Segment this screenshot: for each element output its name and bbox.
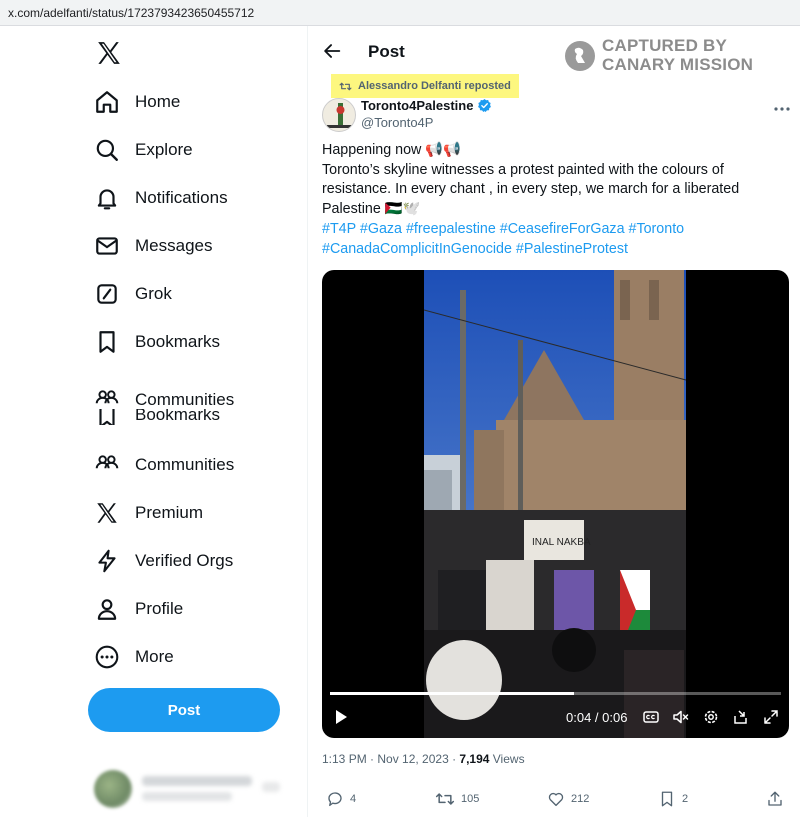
protest-sign: INAL NAKBA	[532, 537, 591, 548]
sidebar-item-label: Communities	[135, 390, 235, 409]
ghost-bookmarks-label: Bookmarks	[135, 409, 221, 423]
reply-button[interactable]: 4	[326, 790, 356, 808]
sidebar-item-communities[interactable]: Communities	[94, 445, 234, 485]
tweet-meta: 1:13 PM · Nov 12, 2023 · 7,194 Views	[322, 752, 525, 766]
bell-icon	[97, 189, 117, 210]
tweet-timestamp[interactable]: 1:13 PM · Nov 12, 2023 ·	[322, 752, 459, 766]
tweet-text-line-1: Happening now 📢📢	[322, 142, 461, 158]
page-title: Post	[368, 42, 405, 61]
repost-indicator[interactable]: Alessandro Delfanti reposted	[331, 74, 519, 98]
tweet-actions: 4 105 212 2	[322, 790, 792, 812]
sidebar-item-more[interactable]: More	[94, 637, 174, 677]
blurred-account-name	[142, 776, 252, 786]
main-column: Post CAPTURED BY CANARY MISSION Alessand…	[309, 26, 800, 817]
watermark: CAPTURED BY CANARY MISSION	[565, 36, 795, 76]
sidebar-item-label: Premium	[135, 503, 204, 522]
video-progress-bar[interactable]	[330, 692, 781, 695]
more-options-icon[interactable]	[773, 102, 791, 116]
repost-label: Alessandro Delfanti reposted	[358, 80, 511, 92]
fullscreen-icon[interactable]	[762, 708, 780, 726]
repost-icon	[435, 793, 455, 805]
author-handle[interactable]: @Toronto4P	[361, 115, 433, 130]
sidebar-item-label: Profile	[135, 599, 184, 618]
communities-icon	[95, 455, 119, 469]
more-circle-icon	[95, 645, 119, 669]
captions-icon[interactable]	[642, 708, 660, 726]
sidebar-item-grok[interactable]: Grok	[94, 274, 172, 314]
url-text: x.com/adelfanti/status/17237934236504557…	[8, 6, 255, 20]
compose-post-button[interactable]: Post	[88, 688, 280, 732]
repost-button[interactable]: 105	[435, 790, 479, 808]
share-icon	[768, 791, 782, 806]
blurred-account-handle	[142, 792, 232, 801]
person-icon	[97, 599, 117, 620]
sidebar-item-bookmarks[interactable]: Bookmarks	[94, 322, 220, 362]
bookmark-count: 2	[682, 793, 689, 805]
video-progress-fill	[330, 692, 574, 695]
sidebar-item-label: Messages	[135, 236, 213, 255]
tweet-hashtags-2[interactable]: #CanadaComplicitInGenocide #PalestinePro…	[322, 240, 762, 260]
video-frame: INAL NAKBA	[424, 270, 686, 738]
share-button[interactable]	[766, 790, 784, 808]
picture-in-picture-icon[interactable]	[732, 708, 750, 726]
bookmark-icon	[661, 791, 673, 807]
verified-badge-icon	[478, 98, 492, 112]
video-time: 0:04 / 0:06	[566, 710, 628, 725]
sidebar-item-verified-orgs[interactable]: Verified Orgs	[94, 541, 233, 581]
sidebar-item-premium[interactable]: Premium	[94, 493, 203, 533]
grok-icon	[97, 284, 117, 304]
like-count: 212	[571, 793, 590, 805]
x-logo-icon	[97, 503, 117, 523]
tweet-hashtags-1[interactable]: #T4P #Gaza #freepalestine #CeasefireForG…	[322, 220, 762, 240]
sidebar-item-label: Explore	[135, 140, 193, 159]
view-count: 7,194	[459, 752, 490, 766]
sidebar-item-home[interactable]: Home	[94, 82, 180, 122]
sidebar-item-messages[interactable]: Messages	[94, 226, 212, 266]
sidebar-item-label: Bookmarks	[135, 332, 221, 351]
envelope-icon	[96, 237, 118, 255]
sidebar-item-label: Grok	[135, 284, 172, 303]
back-arrow-icon[interactable]	[321, 40, 343, 62]
repost-count: 105	[461, 793, 480, 805]
account-switcher[interactable]	[90, 764, 290, 814]
repost-icon	[339, 82, 352, 90]
views-label: Views	[489, 752, 525, 766]
sidebar-item-notifications[interactable]: Notifications	[94, 178, 228, 218]
avatar	[94, 770, 132, 808]
sidebar-item-label: Home	[135, 92, 181, 111]
author-avatar[interactable]	[322, 98, 356, 132]
browser-address-bar[interactable]: x.com/adelfanti/status/17237934236504557…	[0, 0, 800, 26]
watermark-line-2: CANARY MISSION	[602, 55, 754, 74]
x-logo-icon[interactable]	[96, 40, 122, 66]
heart-icon	[548, 792, 564, 807]
sidebar-item-explore[interactable]: Explore	[94, 130, 193, 170]
home-icon	[96, 91, 118, 113]
bookmark-icon	[99, 331, 115, 353]
play-icon[interactable]	[332, 708, 350, 726]
canary-logo-icon	[565, 41, 595, 71]
sidebar-item-label: Verified Orgs	[135, 551, 234, 570]
reply-icon	[328, 792, 342, 807]
bookmark-button[interactable]: 2	[658, 790, 688, 808]
sidebar-item-label: Communities	[135, 455, 235, 474]
sidebar-item-label: More	[135, 647, 174, 666]
mute-icon[interactable]	[672, 708, 690, 726]
search-icon	[96, 139, 118, 161]
tweet-text: Happening now 📢📢 Toronto’s skyline witne…	[322, 141, 762, 259]
sidebar-item-label: Notifications	[135, 188, 228, 207]
blurred-account-menu	[262, 782, 280, 792]
reply-count: 4	[350, 793, 357, 805]
sidebar-item-profile[interactable]: Profile	[94, 589, 183, 629]
video-player[interactable]: INAL NAKBA 0:04 / 0:06	[322, 270, 789, 738]
like-button[interactable]: 212	[547, 790, 589, 808]
lightning-icon	[98, 549, 116, 573]
settings-gear-icon[interactable]	[702, 708, 720, 726]
bookmark-icon	[99, 409, 115, 425]
author-display-name[interactable]: Toronto4Palestine	[361, 98, 473, 113]
tweet-text-body: Toronto’s skyline witnesses a protest pa…	[322, 161, 740, 218]
watermark-line-1: CAPTURED BY	[602, 36, 727, 55]
sidebar: Home Explore Notifications Messages Grok…	[0, 26, 308, 817]
